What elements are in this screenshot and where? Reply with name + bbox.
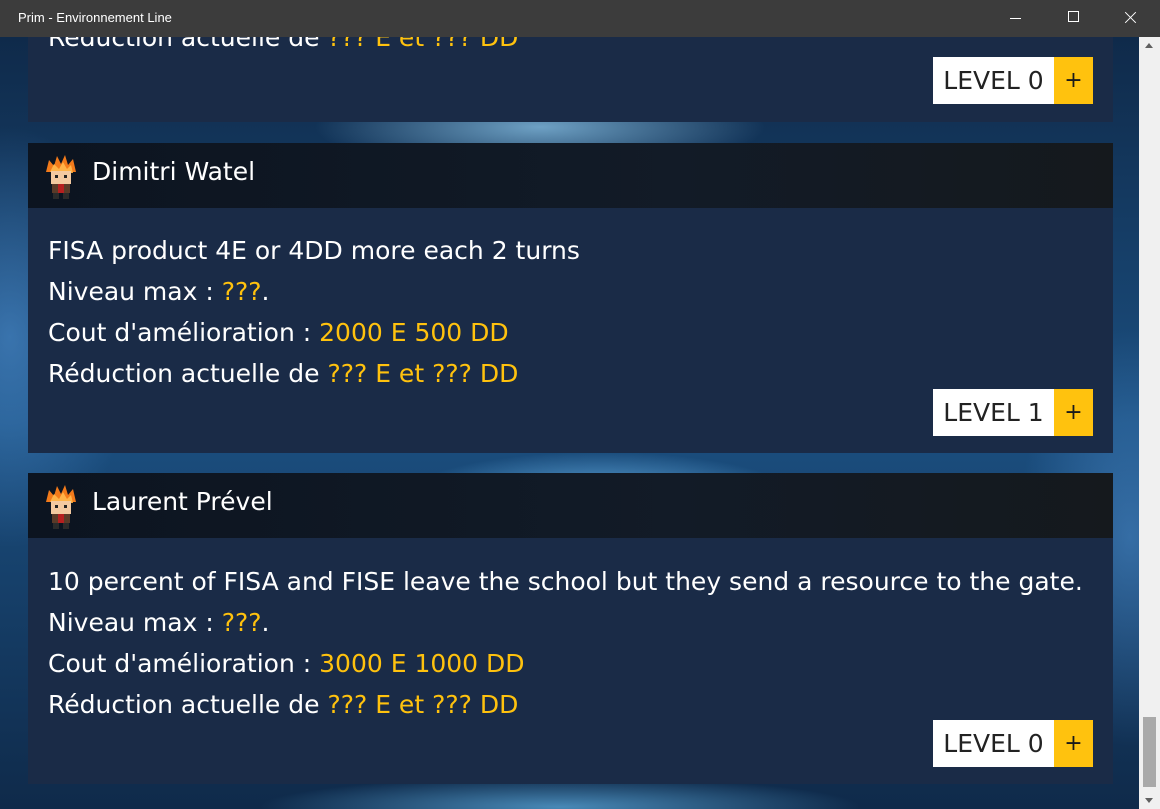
level-label: LEVEL 0 (933, 720, 1054, 767)
upgrade-card: 10 percent of FISA and FISE leave the sc… (28, 538, 1113, 784)
card-header: Laurent Prével (28, 473, 1113, 538)
cost-value: 3000 E 1000 DD (319, 649, 525, 678)
upgrade-plus-button[interactable]: + (1054, 389, 1093, 436)
cost-line: Cout d'amélioration : 3000 E 1000 DD (48, 643, 525, 684)
level-label: LEVEL 0 (933, 57, 1054, 104)
vertical-scrollbar[interactable] (1139, 37, 1160, 809)
max-level-line: Niveau max : ???. (48, 602, 270, 643)
cost-line: Cout d'amélioration : 2000 E 500 DD (48, 312, 509, 353)
reduction-label: Réduction actuelle de (48, 690, 320, 719)
maximize-icon[interactable] (1050, 0, 1096, 37)
character-sprite-icon (46, 155, 76, 199)
minimize-icon[interactable] (993, 0, 1039, 37)
close-icon[interactable] (1108, 0, 1154, 37)
card-title: Laurent Prével (92, 487, 273, 516)
reduction-label: Réduction actuelle de (48, 359, 320, 388)
cost-value: 2000 E 500 DD (319, 318, 509, 347)
max-level-value: ??? (221, 608, 262, 637)
level-label: LEVEL 1 (933, 389, 1054, 436)
card-header: Dimitri Watel (28, 143, 1113, 208)
period: . (261, 277, 270, 306)
window-title: Prim - Environnement Line (18, 10, 172, 25)
upgrade-card: FISA product 4E or 4DD more each 2 turns… (28, 208, 1113, 453)
reduction-value: ??? E et ??? DD (327, 37, 519, 52)
period: . (261, 608, 270, 637)
card-title: Dimitri Watel (92, 157, 256, 186)
description-line: 10 percent of FISA and FISE leave the sc… (48, 567, 1083, 596)
upgrade-plus-button[interactable]: + (1054, 720, 1093, 767)
description-line: FISA product 4E or 4DD more each 2 turns (48, 236, 580, 265)
level-control: LEVEL 0 + (933, 57, 1093, 104)
scroll-thumb[interactable] (1143, 717, 1156, 787)
upgrade-card: Réduction actuelle de ??? E et ??? DD LE… (28, 37, 1113, 122)
scroll-down-icon[interactable] (1145, 798, 1153, 803)
reduction-line: Réduction actuelle de ??? E et ??? DD (48, 353, 518, 394)
scroll-up-icon[interactable] (1145, 43, 1153, 48)
reduction-value: ??? E et ??? DD (327, 690, 519, 719)
level-control: LEVEL 0 + (933, 720, 1093, 767)
reduction-label: Réduction actuelle de (48, 37, 320, 52)
max-level-label: Niveau max : (48, 608, 214, 637)
reduction-line: Réduction actuelle de ??? E et ??? DD (48, 684, 518, 725)
upgrade-plus-button[interactable]: + (1054, 57, 1093, 104)
cost-label: Cout d'amélioration : (48, 318, 312, 347)
upgrades-panel: Réduction actuelle de ??? E et ??? DD LE… (0, 37, 1139, 809)
max-level-label: Niveau max : (48, 277, 214, 306)
reduction-value: ??? E et ??? DD (327, 359, 519, 388)
reduction-line: Réduction actuelle de ??? E et ??? DD (48, 37, 518, 58)
cost-label: Cout d'amélioration : (48, 649, 312, 678)
window-titlebar: Prim - Environnement Line (0, 0, 1160, 37)
level-control: LEVEL 1 + (933, 389, 1093, 436)
character-sprite-icon (46, 485, 76, 529)
max-level-line: Niveau max : ???. (48, 271, 270, 312)
max-level-value: ??? (221, 277, 262, 306)
